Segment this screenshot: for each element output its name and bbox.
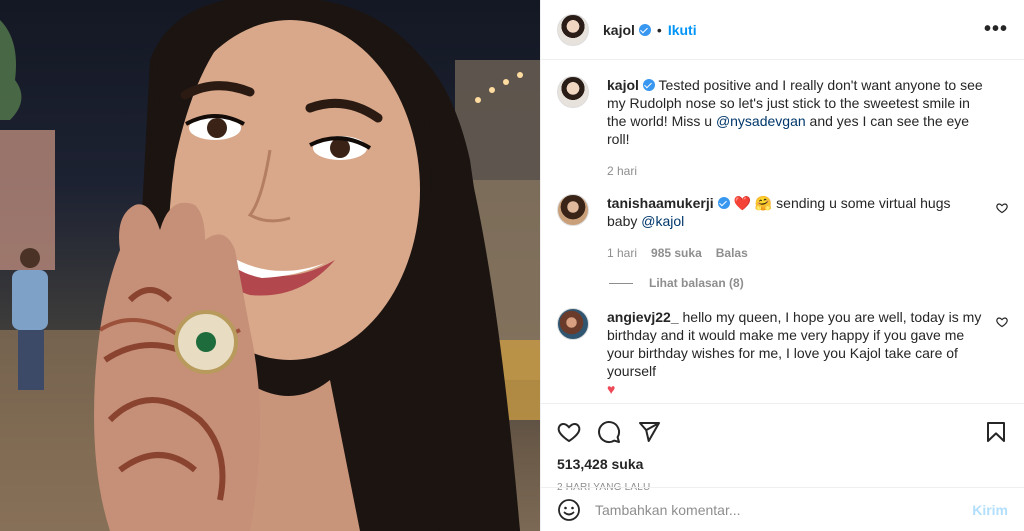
post-side-panel: kajol • Ikuti ••• kajol Tested positive … — [540, 0, 1024, 531]
comment-emojis: ❤️ 🤗 — [733, 195, 773, 211]
commenter-avatar[interactable] — [557, 194, 589, 226]
share-paper-plane-icon[interactable] — [637, 420, 661, 444]
more-options-icon[interactable]: ••• — [984, 18, 1008, 41]
comment-time[interactable]: 1 hari — [607, 246, 637, 260]
portrait-illustration — [0, 0, 540, 531]
author-avatar[interactable] — [557, 13, 589, 46]
comments-list[interactable]: kajol Tested positive and I really don't… — [541, 60, 1024, 403]
caption-time[interactable]: 2 hari — [607, 164, 637, 178]
caption-avatar[interactable] — [557, 76, 589, 108]
comment-meta: 1 hari 985 suka Balas — [607, 246, 984, 260]
verified-badge-icon — [638, 23, 651, 36]
likes-count[interactable]: 513,428 suka — [557, 456, 1008, 472]
view-replies-button[interactable]: Lihat balasan (8) — [609, 276, 1008, 290]
comment-mention[interactable]: @kajol — [641, 213, 684, 229]
commenter-username[interactable]: tanishaamukerji — [607, 195, 714, 211]
caption-text: kajol Tested positive and I really don't… — [607, 76, 984, 148]
comment-text: angievj22_ hello my queen, I hope you ar… — [607, 308, 984, 398]
reply-button[interactable]: Balas — [716, 246, 748, 260]
comment-input[interactable] — [595, 501, 973, 518]
caption-meta: 2 hari — [607, 164, 984, 178]
comment-text: tanishaamukerji ❤️ 🤗 sending u some virt… — [607, 194, 984, 230]
comment-heart-emoji: ♥ — [607, 381, 616, 397]
commenter-avatar[interactable] — [557, 308, 589, 340]
save-bookmark-icon[interactable] — [984, 420, 1008, 444]
post-header: kajol • Ikuti ••• — [541, 0, 1024, 60]
caption: kajol Tested positive and I really don't… — [557, 76, 1008, 178]
emoji-smiley-icon[interactable] — [557, 498, 581, 522]
comment-bubble-icon[interactable] — [597, 420, 621, 444]
like-heart-icon[interactable] — [557, 420, 581, 444]
replies-divider — [609, 282, 633, 284]
caption-mention[interactable]: @nysadevgan — [716, 113, 806, 129]
action-icons — [557, 412, 1008, 452]
add-comment-bar: Kirim — [541, 487, 1024, 531]
post-comment-button[interactable]: Kirim — [972, 502, 1008, 518]
comment-heart-icon[interactable] — [996, 202, 1008, 214]
commenter-username[interactable]: angievj22_ — [607, 309, 679, 325]
view-replies-label: Lihat balasan (8) — [649, 276, 744, 290]
author-username[interactable]: kajol — [603, 22, 635, 38]
comment-item: tanishaamukerji ❤️ 🤗 sending u some virt… — [557, 194, 1008, 260]
instagram-post: kajol • Ikuti ••• kajol Tested positive … — [0, 0, 1024, 531]
separator-dot: • — [656, 21, 662, 38]
comment-heart-icon[interactable] — [996, 316, 1008, 328]
verified-badge-icon — [717, 197, 730, 209]
comment-likes[interactable]: 985 suka — [651, 246, 702, 260]
verified-badge-icon — [642, 79, 655, 91]
follow-button[interactable]: Ikuti — [668, 22, 697, 38]
caption-username[interactable]: kajol — [607, 77, 639, 93]
post-photo[interactable] — [0, 0, 540, 531]
comment-item: angievj22_ hello my queen, I hope you ar… — [557, 308, 1008, 398]
